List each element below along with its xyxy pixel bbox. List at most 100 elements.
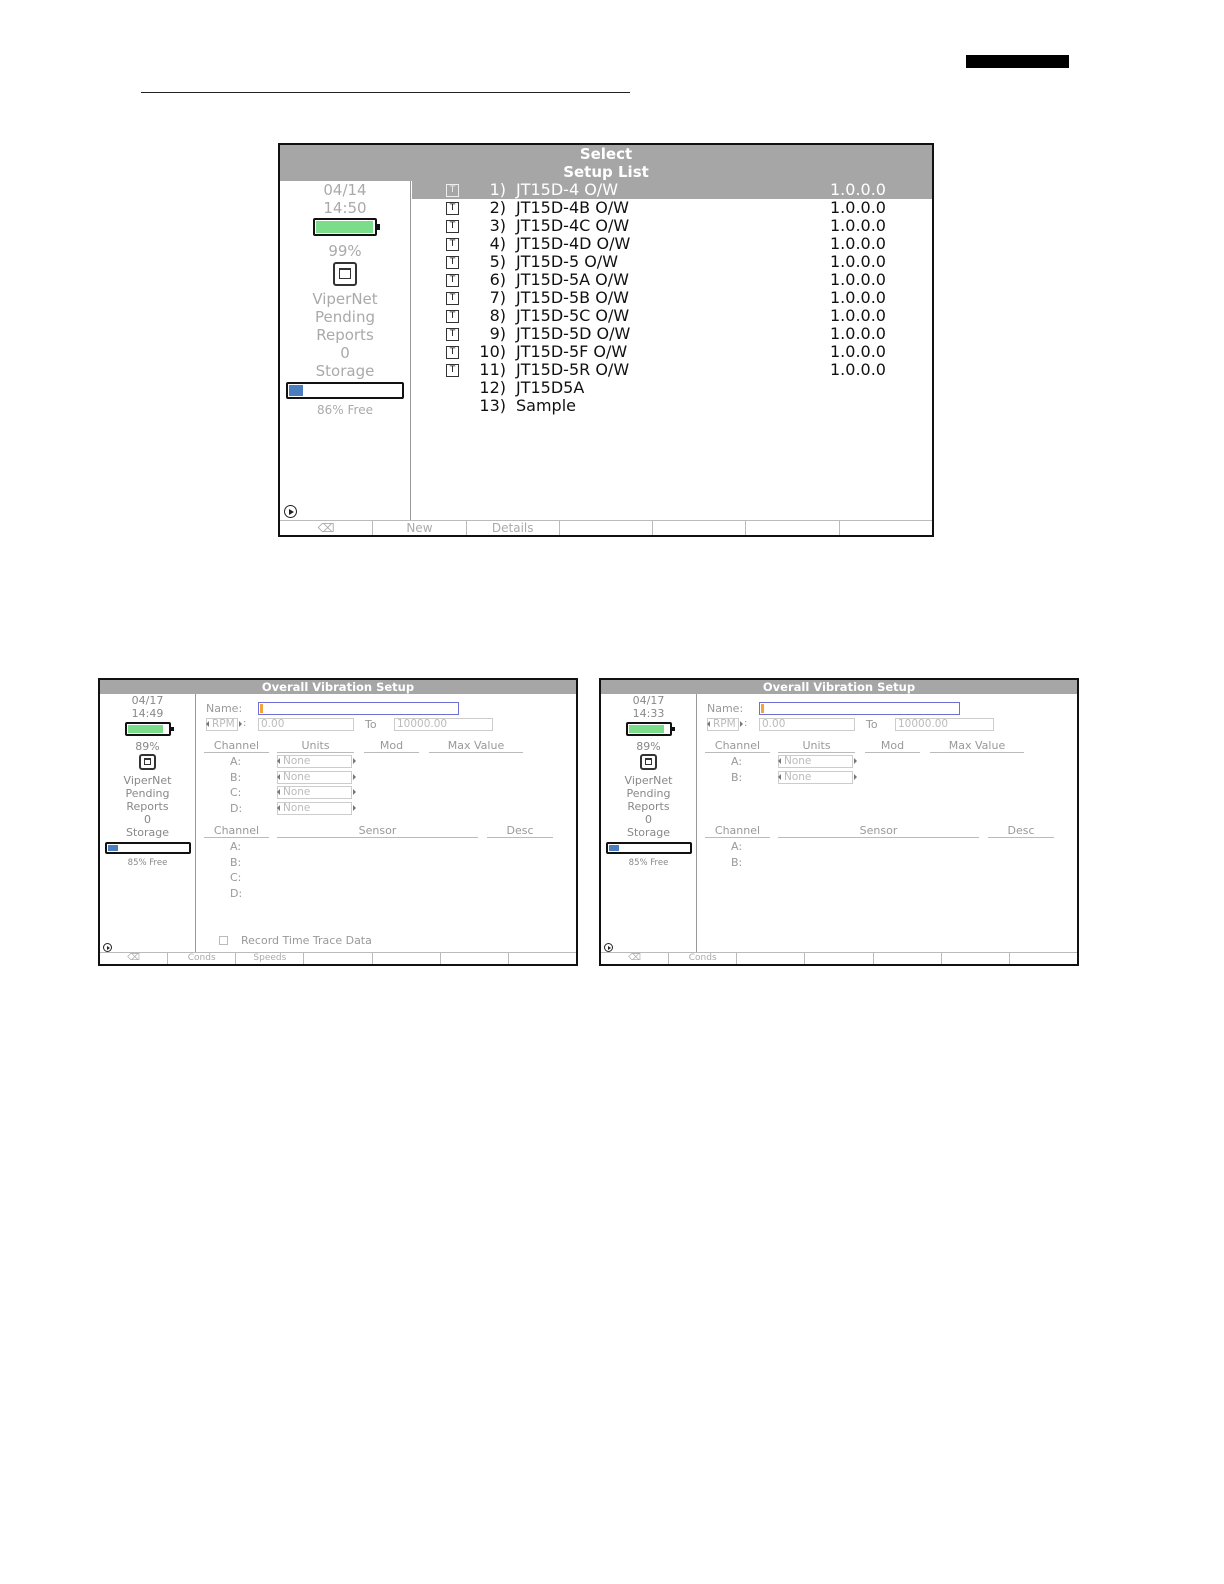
play-icon[interactable] [604, 943, 613, 952]
setup-number: 1) [489, 180, 506, 199]
channel-label: A: [731, 755, 743, 768]
softkey-details[interactable]: Details [465, 521, 559, 535]
setup-list-item[interactable]: T 5) JT15D-5 O/W 1.0.0.0 [412, 253, 932, 271]
units-selector[interactable]: None [277, 770, 356, 784]
setup-list-item[interactable]: T 3) JT15D-4C O/W 1.0.0.0 [412, 217, 932, 235]
setup-name: JT15D-4 O/W [516, 180, 619, 199]
time-label: 14:49 [131, 707, 164, 720]
template-icon: T [446, 202, 459, 215]
setup-name: JT15D-5B O/W [516, 288, 629, 307]
setup-list-item[interactable]: T 11) JT15D-5R O/W 1.0.0.0 [412, 361, 932, 379]
setup-list-item[interactable]: T 2) JT15D-4B O/W 1.0.0.0 [412, 199, 932, 217]
vipernet-label: ViperNet [123, 774, 172, 787]
template-icon: T [446, 292, 459, 305]
name-input[interactable] [258, 702, 459, 715]
setup-list-item[interactable]: 12) JT15D5A [412, 379, 932, 397]
name-input[interactable] [759, 702, 960, 715]
setup-name: JT15D-4D O/W [516, 234, 631, 253]
template-icon: T [446, 310, 459, 323]
pending-label: Pending [315, 308, 375, 326]
template-icon: T [446, 364, 459, 377]
sensor-channel-label: B: [230, 855, 242, 869]
date-label: 04/14 [323, 181, 367, 199]
softkey-empty[interactable] [558, 521, 652, 535]
softkey-conds[interactable]: Conds [668, 953, 736, 964]
softkey-empty[interactable] [940, 953, 1009, 964]
units-selector[interactable]: None [277, 755, 356, 768]
channel-header: Channel [204, 739, 269, 753]
reports-count: 0 [645, 813, 652, 826]
units-header: Units [778, 739, 855, 753]
range-from-input[interactable]: 0.00 [759, 718, 855, 731]
time-label: 14:33 [632, 707, 665, 720]
setup-form: Name: RPM : 0.00 To 10000.00 Channel Uni… [698, 694, 1077, 953]
units-selector[interactable]: None [277, 786, 356, 799]
status-sidebar: 04/17 14:33 89% ViperNet Pending Reports… [601, 694, 697, 953]
colon-sep: : [744, 718, 748, 729]
setup-list-item[interactable]: T 4) JT15D-4D O/W 1.0.0.0 [412, 235, 932, 253]
softkey-empty[interactable] [804, 953, 872, 964]
softkey-empty[interactable] [371, 953, 440, 964]
reports-label: Reports [627, 800, 670, 813]
name-label: Name: [707, 702, 744, 715]
softkey-empty[interactable] [872, 953, 941, 964]
play-icon[interactable] [103, 943, 112, 952]
text-cursor [761, 704, 764, 713]
softkey-empty[interactable] [736, 953, 804, 964]
setup-list-item[interactable]: 13) Sample [412, 397, 932, 415]
setup-list-item[interactable]: T 6) JT15D-5A O/W 1.0.0.0 [412, 271, 932, 289]
softkey-bar: ⌫ New Details [280, 520, 932, 535]
setup-name: JT15D-5 O/W [516, 252, 619, 271]
sensor-channel-label: A: [731, 840, 743, 853]
range-to-input[interactable]: 10000.00 [895, 718, 994, 731]
setup-name: JT15D-5A O/W [516, 270, 629, 289]
setup-list-item[interactable]: T 7) JT15D-5B O/W 1.0.0.0 [412, 289, 932, 307]
units-selector[interactable]: None [778, 770, 857, 784]
units-selector[interactable]: None [277, 801, 356, 815]
setup-name: Sample [516, 396, 576, 415]
screen-title: Select Setup List [280, 145, 932, 181]
softkey-empty[interactable] [439, 953, 508, 964]
softkey-empty[interactable] [303, 953, 371, 964]
backspace-softkey[interactable]: ⌫ [280, 521, 372, 535]
sensor-channel-label: A: [230, 840, 242, 853]
softkey-conds[interactable]: Conds [167, 953, 235, 964]
battery-icon [625, 722, 675, 736]
play-icon[interactable] [284, 505, 297, 518]
channel-label: B: [731, 770, 743, 784]
storage-free: 86% Free [317, 403, 373, 417]
setup-list-item[interactable]: T 8) JT15D-5C O/W 1.0.0.0 [412, 307, 932, 325]
channel-header: Channel [705, 824, 770, 838]
setup-list-item[interactable]: T 1) JT15D-4 O/W 1.0.0.0 [412, 181, 932, 199]
name-label: Name: [206, 702, 243, 715]
softkey-empty[interactable] [745, 521, 838, 535]
pending-label: Pending [626, 787, 671, 800]
softkey-empty[interactable] [507, 953, 576, 964]
softkey-speeds[interactable]: Speeds [235, 953, 303, 964]
setup-number: 3) [489, 216, 506, 235]
setup-number: 7) [489, 288, 506, 307]
status-sidebar: 04/17 14:49 89% ViperNet Pending Reports… [100, 694, 196, 953]
sensor-header: Sensor [778, 824, 979, 838]
desc-header: Desc [988, 824, 1054, 838]
softkey-new[interactable]: New [372, 521, 465, 535]
network-port-icon [333, 262, 357, 286]
setup-list-item[interactable]: T 9) JT15D-5D O/W 1.0.0.0 [412, 325, 932, 343]
speed-unit-selector[interactable]: RPM [707, 718, 743, 731]
backspace-softkey[interactable]: ⌫ [100, 953, 167, 964]
speed-unit-selector[interactable]: RPM [206, 718, 242, 731]
softkey-empty[interactable] [652, 521, 745, 535]
setup-list-item[interactable]: T 10) JT15D-5F O/W 1.0.0.0 [412, 343, 932, 361]
setup-name: JT15D-5R O/W [516, 360, 630, 379]
softkey-empty[interactable] [1008, 953, 1077, 964]
softkey-empty[interactable] [838, 521, 932, 535]
setup-number: 2) [489, 198, 506, 217]
range-to-input[interactable]: 10000.00 [394, 718, 493, 731]
storage-bar [605, 842, 692, 854]
record-time-trace-checkbox[interactable] [219, 936, 228, 945]
range-from-input[interactable]: 0.00 [258, 718, 354, 731]
units-selector[interactable]: None [778, 755, 857, 768]
setup-version: 1.0.0.0 [830, 216, 886, 235]
template-icon: T [446, 346, 459, 359]
backspace-softkey[interactable]: ⌫ [601, 953, 668, 964]
